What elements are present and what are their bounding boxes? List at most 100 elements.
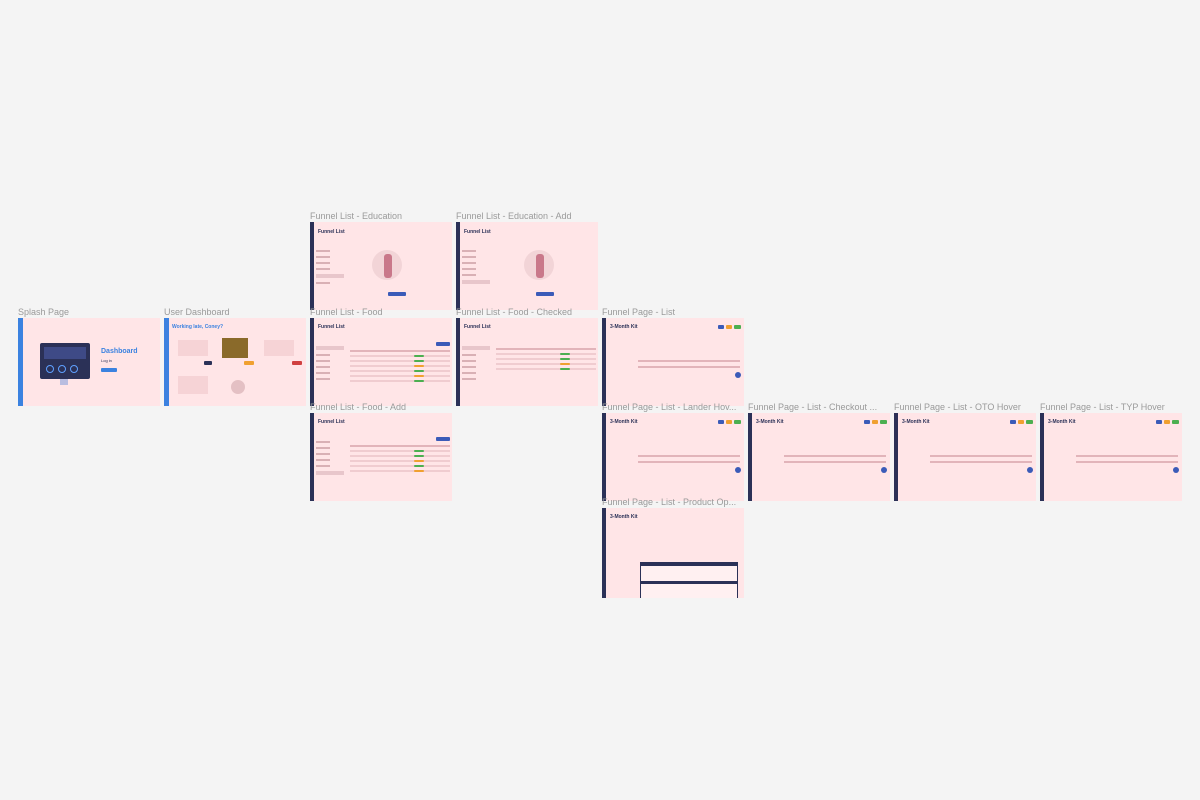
frame-education-add[interactable]: Funnel List <box>456 222 598 310</box>
page-row[interactable] <box>1076 461 1178 463</box>
table-row[interactable] <box>350 465 450 467</box>
category-nav <box>316 246 346 288</box>
page-row[interactable] <box>638 461 740 463</box>
funnel-list-heading: Funnel List <box>318 324 345 330</box>
table-row[interactable] <box>350 355 450 357</box>
add-page-icon[interactable] <box>735 372 741 378</box>
table-row[interactable] <box>350 455 450 457</box>
card-button-1[interactable] <box>204 361 212 365</box>
frame-oto-hover[interactable]: 3-Month Kit <box>894 413 1036 501</box>
frame-user-dashboard[interactable]: Working late, Coney? <box>164 318 306 406</box>
action-button-3[interactable] <box>1172 420 1179 424</box>
sidebar <box>456 222 460 310</box>
add-page-icon[interactable] <box>735 467 741 473</box>
status-badge <box>560 368 570 370</box>
action-button-1[interactable] <box>1010 420 1016 424</box>
table-row[interactable] <box>350 350 450 352</box>
status-badge <box>414 370 424 372</box>
card-button-2[interactable] <box>244 361 254 365</box>
frame-food-add[interactable]: Funnel List <box>310 413 452 501</box>
product-modal[interactable] <box>640 562 738 598</box>
table-row[interactable] <box>350 445 450 447</box>
table-row[interactable] <box>496 368 596 370</box>
add-page-icon[interactable] <box>1173 467 1179 473</box>
frame-splash[interactable]: Dashboard Log in <box>18 318 160 406</box>
add-page-icon[interactable] <box>1027 467 1033 473</box>
action-button-2[interactable] <box>872 420 878 424</box>
sidebar <box>18 318 23 406</box>
category-nav <box>316 342 346 384</box>
page-row[interactable] <box>638 366 740 368</box>
page-row[interactable] <box>638 360 740 362</box>
frame-checkout[interactable]: 3-Month Kit <box>748 413 890 501</box>
table-row[interactable] <box>350 460 450 462</box>
action-button-1[interactable] <box>718 325 724 329</box>
table-row[interactable] <box>496 358 596 360</box>
action-button-1[interactable] <box>864 420 870 424</box>
action-button-2[interactable] <box>1164 420 1170 424</box>
frame-lander-hover[interactable]: 3-Month Kit <box>602 413 744 501</box>
new-funnel-button[interactable] <box>436 437 450 441</box>
frame-label-lander-hover: Funnel Page - List - Lander Hov... <box>602 402 737 412</box>
frame-page-list[interactable]: 3-Month Kit <box>602 318 744 406</box>
new-funnel-button[interactable] <box>436 342 450 346</box>
create-funnel-button[interactable] <box>536 292 554 296</box>
frame-label-oto-hover: Funnel Page - List - OTO Hover <box>894 402 1021 412</box>
card-button-3[interactable] <box>292 361 302 365</box>
sidebar <box>456 318 460 406</box>
frame-label-education-add: Funnel List - Education - Add <box>456 211 572 221</box>
login-button[interactable] <box>101 368 117 372</box>
table-row[interactable] <box>350 370 450 372</box>
sidebar <box>602 413 606 501</box>
sidebar <box>164 318 169 406</box>
page-row[interactable] <box>930 455 1032 457</box>
sidebar <box>310 413 314 501</box>
status-badge <box>560 358 570 360</box>
action-button-3[interactable] <box>734 325 741 329</box>
sidebar <box>310 318 314 406</box>
action-button-3[interactable] <box>880 420 887 424</box>
action-button-1[interactable] <box>1156 420 1162 424</box>
page-row[interactable] <box>784 461 886 463</box>
action-button-3[interactable] <box>734 420 741 424</box>
add-card-icon[interactable] <box>231 380 245 394</box>
status-badge <box>414 460 424 462</box>
table-row[interactable] <box>350 365 450 367</box>
action-button-3[interactable] <box>1026 420 1033 424</box>
table-row[interactable] <box>350 380 450 382</box>
status-badge <box>414 365 424 367</box>
action-button-2[interactable] <box>1018 420 1024 424</box>
frame-label-food-checked: Funnel List - Food - Checked <box>456 307 573 317</box>
category-nav <box>462 342 492 384</box>
action-button-2[interactable] <box>726 420 732 424</box>
create-funnel-button[interactable] <box>388 292 406 296</box>
page-row[interactable] <box>1076 455 1178 457</box>
table-row[interactable] <box>350 470 450 472</box>
table-row[interactable] <box>350 450 450 452</box>
kit-heading: 3-Month Kit <box>610 324 638 330</box>
frame-product-op[interactable]: 3-Month Kit <box>602 508 744 598</box>
frame-label-product-op: Funnel Page - List - Product Op... <box>602 497 737 507</box>
table-row[interactable] <box>350 375 450 377</box>
frame-food[interactable]: Funnel List <box>310 318 452 406</box>
table-row[interactable] <box>350 360 450 362</box>
status-badge <box>414 380 424 382</box>
frame-food-checked[interactable]: Funnel List <box>456 318 598 406</box>
table-row[interactable] <box>496 348 596 350</box>
table-row[interactable] <box>496 363 596 365</box>
sidebar <box>602 318 606 406</box>
table-row[interactable] <box>496 353 596 355</box>
monitor-illustration <box>40 343 90 379</box>
sidebar <box>1040 413 1044 501</box>
frame-typ-hover[interactable]: 3-Month Kit <box>1040 413 1182 501</box>
action-button-2[interactable] <box>726 325 732 329</box>
page-row[interactable] <box>784 455 886 457</box>
frame-education[interactable]: Funnel List <box>310 222 452 310</box>
page-row[interactable] <box>638 455 740 457</box>
page-row[interactable] <box>930 461 1032 463</box>
funnel-list-heading: Funnel List <box>464 324 491 330</box>
frame-label-typ-hover: Funnel Page - List - TYP Hover <box>1040 402 1165 412</box>
action-button-1[interactable] <box>718 420 724 424</box>
kit-heading: 3-Month Kit <box>610 419 638 425</box>
add-page-icon[interactable] <box>881 467 887 473</box>
